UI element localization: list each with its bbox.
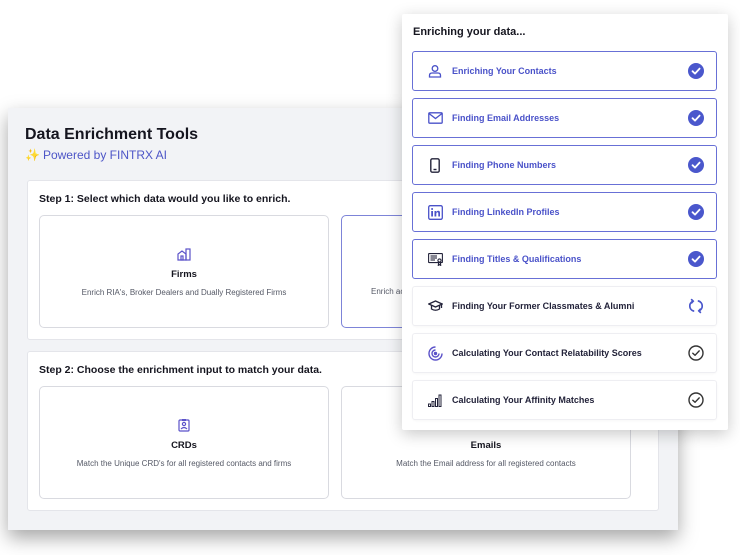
task-relatability-scores: Calculating Your Contact Relatability Sc… — [412, 333, 717, 373]
task-phone-numbers: Finding Phone Numbers — [412, 145, 717, 185]
enriching-progress-panel: Enriching your data... Enriching Your Co… — [402, 14, 728, 430]
check-circle-icon — [688, 251, 704, 267]
task-label: Calculating Your Contact Relatability Sc… — [452, 348, 642, 358]
task-label: Calculating Your Affinity Matches — [452, 395, 595, 405]
task-label: Finding Email Addresses — [452, 113, 560, 123]
sparkle-icon: ✨ — [25, 148, 40, 162]
building-icon — [176, 247, 192, 263]
task-titles-qualifications: Finding Titles & Qualifications — [412, 239, 717, 279]
step-1-title: Step 1: Select which data would you like… — [39, 193, 291, 205]
certificate-icon — [427, 251, 443, 267]
option-firms[interactable]: Firms Enrich RIA's, Broker Dealers and D… — [39, 215, 329, 328]
graduation-cap-icon — [427, 298, 443, 314]
option-description: Enrich ac — [371, 287, 405, 296]
check-circle-icon — [688, 204, 704, 220]
step-2-title: Step 2: Choose the enrichment input to m… — [39, 364, 322, 376]
check-circle-icon — [688, 157, 704, 173]
progress-title: Enriching your data... — [413, 26, 526, 38]
option-title: Emails — [470, 439, 502, 451]
option-title: Firms — [171, 268, 197, 280]
task-affinity-matches: Calculating Your Affinity Matches — [412, 380, 717, 420]
signal-bars-icon — [427, 392, 443, 408]
task-classmates-alumni: Finding Your Former Classmates & Alumni — [412, 286, 717, 326]
linkedin-icon — [427, 204, 443, 220]
sync-spinner-icon — [688, 298, 704, 314]
option-title: CRDs — [171, 439, 197, 451]
person-icon — [427, 63, 443, 79]
id-badge-icon — [176, 418, 192, 434]
check-circle-outline-icon — [688, 392, 704, 408]
task-label: Finding Phone Numbers — [452, 160, 557, 170]
option-description: Match the Unique CRD's for all registere… — [76, 458, 292, 468]
task-enriching-contacts: Enriching Your Contacts — [412, 51, 717, 91]
envelope-icon — [427, 110, 443, 126]
option-crds[interactable]: CRDs Match the Unique CRD's for all regi… — [39, 386, 329, 499]
page-title: Data Enrichment Tools — [25, 126, 199, 143]
task-label: Finding Titles & Qualifications — [452, 254, 582, 264]
option-description: Enrich RIA's, Broker Dealers and Dually … — [81, 287, 287, 297]
phone-icon — [427, 157, 443, 173]
task-linkedin-profiles: Finding LinkedIn Profiles — [412, 192, 717, 232]
powered-by-label: Powered by FINTRX AI — [42, 148, 167, 162]
task-label: Finding LinkedIn Profiles — [452, 207, 560, 217]
check-circle-icon — [688, 110, 704, 126]
task-label: Enriching Your Contacts — [452, 66, 557, 76]
powered-by: ✨ Powered by FINTRX AI — [25, 148, 167, 162]
task-email-addresses: Finding Email Addresses — [412, 98, 717, 138]
task-label: Finding Your Former Classmates & Alumni — [452, 301, 635, 311]
check-circle-icon — [688, 63, 704, 79]
option-description: Match the Email address for all register… — [396, 458, 576, 468]
check-circle-outline-icon — [688, 345, 704, 361]
target-icon — [427, 345, 443, 361]
